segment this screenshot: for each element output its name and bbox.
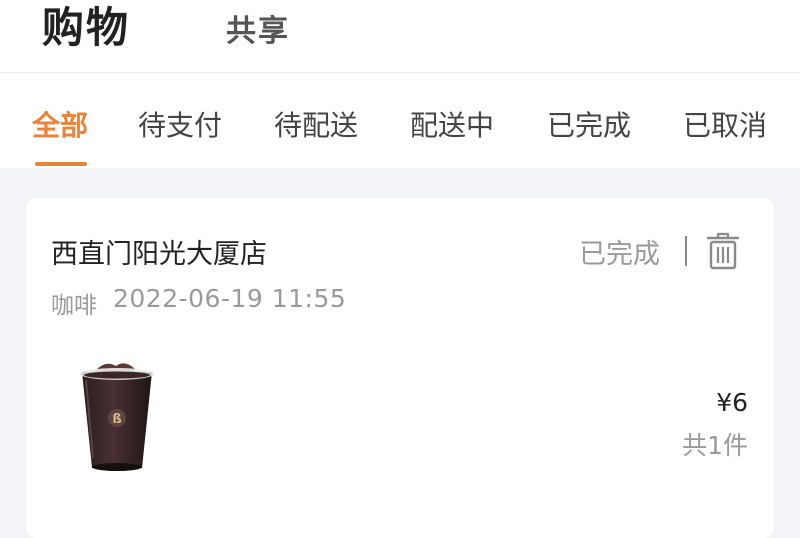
tab-pending-delivery[interactable]: 待配送 (274, 104, 358, 144)
active-tab-indicator (35, 162, 87, 166)
order-price: ¥6 (716, 388, 748, 417)
tab-sharing[interactable]: 共享 (226, 6, 290, 50)
tab-delivering[interactable]: 配送中 (410, 104, 494, 144)
order-status-label: 已完成 (579, 239, 660, 270)
store-name: 西直门阳光大厦店 (51, 239, 267, 270)
order-status-tabs: 全部 待支付 待配送 配送中 已完成 已取消 (0, 73, 800, 168)
svg-text:ß: ß (112, 412, 121, 427)
tab-pending-payment[interactable]: 待支付 (138, 104, 222, 144)
iced-coffee-cup-image: ß (80, 363, 154, 471)
tab-completed[interactable]: 已完成 (547, 104, 631, 144)
item-count: 共1件 (682, 431, 748, 460)
order-card[interactable]: 西直门阳光大厦店 已完成 咖啡 2022-06-19 11:55 ß ¥6 共1… (26, 198, 774, 538)
tab-shopping[interactable]: 购物 (42, 0, 130, 55)
trash-icon[interactable] (706, 232, 740, 270)
order-time: 2022-06-19 11:55 (113, 284, 347, 313)
status-divider (685, 236, 687, 266)
tab-cancelled[interactable]: 已取消 (683, 104, 767, 144)
top-header: 购物 共享 (0, 0, 800, 73)
order-category: 咖啡 (51, 293, 97, 319)
tab-all[interactable]: 全部 (32, 104, 88, 144)
